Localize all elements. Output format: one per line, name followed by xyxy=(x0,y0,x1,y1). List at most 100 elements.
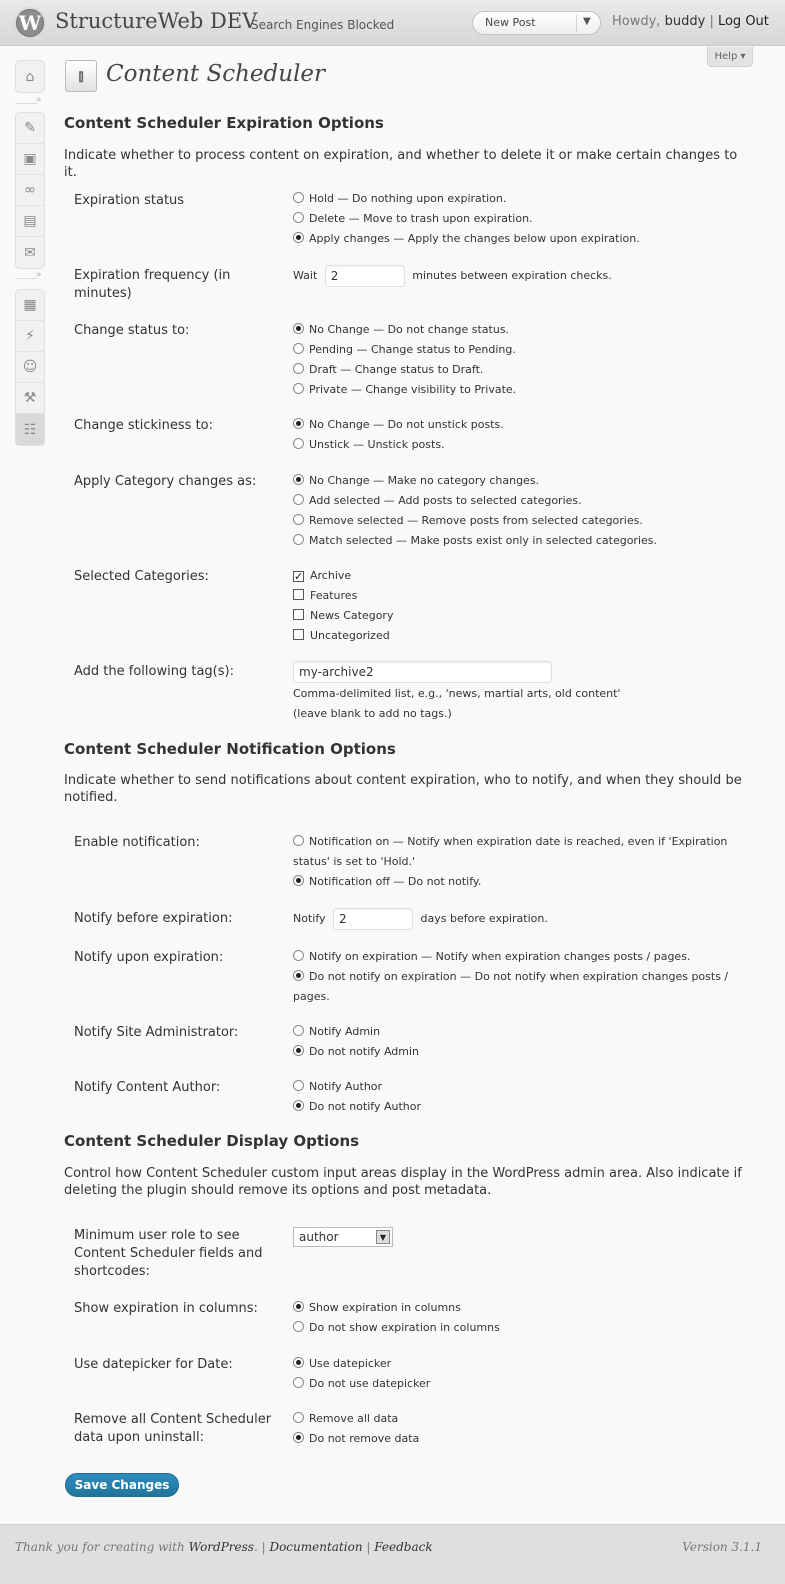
site-title[interactable]: StructureWeb DEV xyxy=(55,9,257,33)
datepicker-label: Use datepicker for Date: xyxy=(74,1357,233,1372)
category-checkbox-item[interactable]: Features xyxy=(293,586,753,606)
radio-button[interactable] xyxy=(293,1080,304,1091)
notify-upon-option[interactable]: Do not notify on expiration — Do not not… xyxy=(293,967,753,1007)
change-status-option[interactable]: Private — Change visibility to Private. xyxy=(293,380,753,400)
username-link[interactable]: buddy xyxy=(665,14,706,29)
radio-button[interactable] xyxy=(293,1321,304,1332)
radio-button[interactable] xyxy=(293,192,304,203)
category-change-option[interactable]: Match selected — Make posts exist only i… xyxy=(293,531,753,551)
radio-button[interactable] xyxy=(293,1412,304,1423)
radio-button-selected[interactable] xyxy=(293,875,304,886)
change-status-label: Change status to: xyxy=(74,323,190,338)
dashboard-icon[interactable]: ⌂ xyxy=(16,61,44,92)
category-checkbox-item[interactable]: News Category xyxy=(293,606,753,626)
documentation-link[interactable]: Documentation xyxy=(269,1540,362,1554)
category-change-option[interactable]: No Change — Make no category changes. xyxy=(293,471,753,491)
users-icon[interactable]: ☺ xyxy=(16,352,44,383)
radio-button-selected[interactable] xyxy=(293,232,304,243)
option-label: Notification on — Notify when expiration… xyxy=(293,835,728,868)
feedback-link[interactable]: Feedback xyxy=(374,1540,432,1554)
uninstall-option[interactable]: Remove all data xyxy=(293,1409,753,1429)
category-change-option[interactable]: Add selected — Add posts to selected cat… xyxy=(293,491,753,511)
radio-button-selected[interactable] xyxy=(293,323,304,334)
radio-button-selected[interactable] xyxy=(293,970,304,981)
uninstall-option[interactable]: Do not remove data xyxy=(293,1429,753,1449)
comments-icon[interactable]: ✉ xyxy=(16,237,44,268)
new-post-dropdown[interactable]: New Post ▼ xyxy=(472,11,601,35)
settings-icon[interactable]: ☷ xyxy=(16,414,44,445)
expiration-frequency-field: Wait 2 minutes between expiration checks… xyxy=(293,265,753,287)
notify-author-option[interactable]: Notify Author xyxy=(293,1077,753,1097)
chevron-down-icon[interactable]: ▼ xyxy=(583,16,591,27)
enable-notification-option[interactable]: Notification on — Notify when expiration… xyxy=(293,832,753,872)
wordpress-logo-icon[interactable]: W xyxy=(14,7,46,39)
user-role-select[interactable]: author ▼ xyxy=(293,1227,393,1247)
pages-icon[interactable]: ▤ xyxy=(16,206,44,237)
datepicker-option[interactable]: Use datepicker xyxy=(293,1354,753,1374)
links-icon[interactable]: ∞ xyxy=(16,175,44,206)
tools-icon[interactable]: ⚒ xyxy=(16,383,44,414)
radio-button[interactable] xyxy=(293,534,304,545)
save-changes-button[interactable]: Save Changes xyxy=(65,1473,179,1497)
media-icon[interactable]: ▣ xyxy=(16,144,44,175)
tags-input[interactable]: my-archive2 xyxy=(293,661,552,683)
radio-button[interactable] xyxy=(293,438,304,449)
radio-button-selected[interactable] xyxy=(293,1100,304,1111)
radio-button[interactable] xyxy=(293,835,304,846)
radio-button[interactable] xyxy=(293,950,304,961)
radio-button[interactable] xyxy=(293,383,304,394)
dropdown-divider xyxy=(576,15,577,32)
stickiness-option[interactable]: No Change — Do not unstick posts. xyxy=(293,415,753,435)
radio-button-selected[interactable] xyxy=(293,418,304,429)
radio-button[interactable] xyxy=(293,363,304,374)
wordpress-link[interactable]: WordPress xyxy=(189,1540,254,1554)
radio-button-selected[interactable] xyxy=(293,1357,304,1368)
expiration-status-option[interactable]: Hold — Do nothing upon expiration. xyxy=(293,189,753,209)
change-status-option[interactable]: No Change — Do not change status. xyxy=(293,320,753,340)
radio-button[interactable] xyxy=(293,494,304,505)
enable-notification-option[interactable]: Notification off — Do not notify. xyxy=(293,872,753,892)
radio-button-selected[interactable] xyxy=(293,1432,304,1443)
expiration-status-option[interactable]: Delete — Move to trash upon expiration. xyxy=(293,209,753,229)
show-columns-option[interactable]: Do not show expiration in columns xyxy=(293,1318,753,1338)
change-status-option[interactable]: Pending — Change status to Pending. xyxy=(293,340,753,360)
notification-section-title: Content Scheduler Notification Options xyxy=(64,740,396,758)
notify-before-input[interactable]: 2 xyxy=(333,908,414,930)
category-checkbox-item[interactable]: Uncategorized xyxy=(293,626,753,646)
new-post-label[interactable]: New Post xyxy=(485,16,536,29)
notify-author-option[interactable]: Do not notify Author xyxy=(293,1097,753,1117)
checkbox[interactable] xyxy=(293,609,304,620)
checkbox[interactable] xyxy=(293,629,304,640)
checkbox[interactable] xyxy=(293,589,304,600)
radio-button[interactable] xyxy=(293,212,304,223)
checkbox-checked[interactable]: ✓ xyxy=(293,571,304,582)
radio-button-selected[interactable] xyxy=(293,1045,304,1056)
datepicker-option[interactable]: Do not use datepicker xyxy=(293,1374,753,1394)
posts-pin-icon[interactable]: ✎ xyxy=(16,113,44,144)
category-checkbox-item[interactable]: ✓ Archive xyxy=(293,566,753,586)
radio-button-selected[interactable] xyxy=(293,474,304,485)
logout-link[interactable]: Log Out xyxy=(718,14,769,29)
footer-version: Version 3.1.1 xyxy=(682,1540,762,1554)
notify-admin-option[interactable]: Do not notify Admin xyxy=(293,1042,753,1062)
chevron-down-icon[interactable]: ▼ xyxy=(376,1230,390,1244)
help-tab-button[interactable]: Help ▾ xyxy=(707,47,753,67)
expiration-status-option[interactable]: Apply changes — Apply the changes below … xyxy=(293,229,753,249)
radio-button[interactable] xyxy=(293,1025,304,1036)
uninstall-label: Remove all Content Scheduler data upon u… xyxy=(74,1412,272,1445)
option-label: Add selected — Add posts to selected cat… xyxy=(309,494,582,507)
option-label: Remove selected — Remove posts from sele… xyxy=(309,514,643,527)
radio-button[interactable] xyxy=(293,1377,304,1388)
show-columns-option[interactable]: Show expiration in columns xyxy=(293,1298,753,1318)
appearance-icon[interactable]: ▦ xyxy=(16,290,44,321)
notify-admin-option[interactable]: Notify Admin xyxy=(293,1022,753,1042)
change-status-option[interactable]: Draft — Change status to Draft. xyxy=(293,360,753,380)
notify-upon-option[interactable]: Notify on expiration — Notify when expir… xyxy=(293,947,753,967)
radio-button[interactable] xyxy=(293,343,304,354)
radio-button-selected[interactable] xyxy=(293,1301,304,1312)
stickiness-option[interactable]: Unstick — Unstick posts. xyxy=(293,435,753,455)
expiration-frequency-input[interactable]: 2 xyxy=(324,265,405,287)
category-change-option[interactable]: Remove selected — Remove posts from sele… xyxy=(293,511,753,531)
radio-button[interactable] xyxy=(293,514,304,525)
plugins-icon[interactable]: ⚡ xyxy=(16,321,44,352)
